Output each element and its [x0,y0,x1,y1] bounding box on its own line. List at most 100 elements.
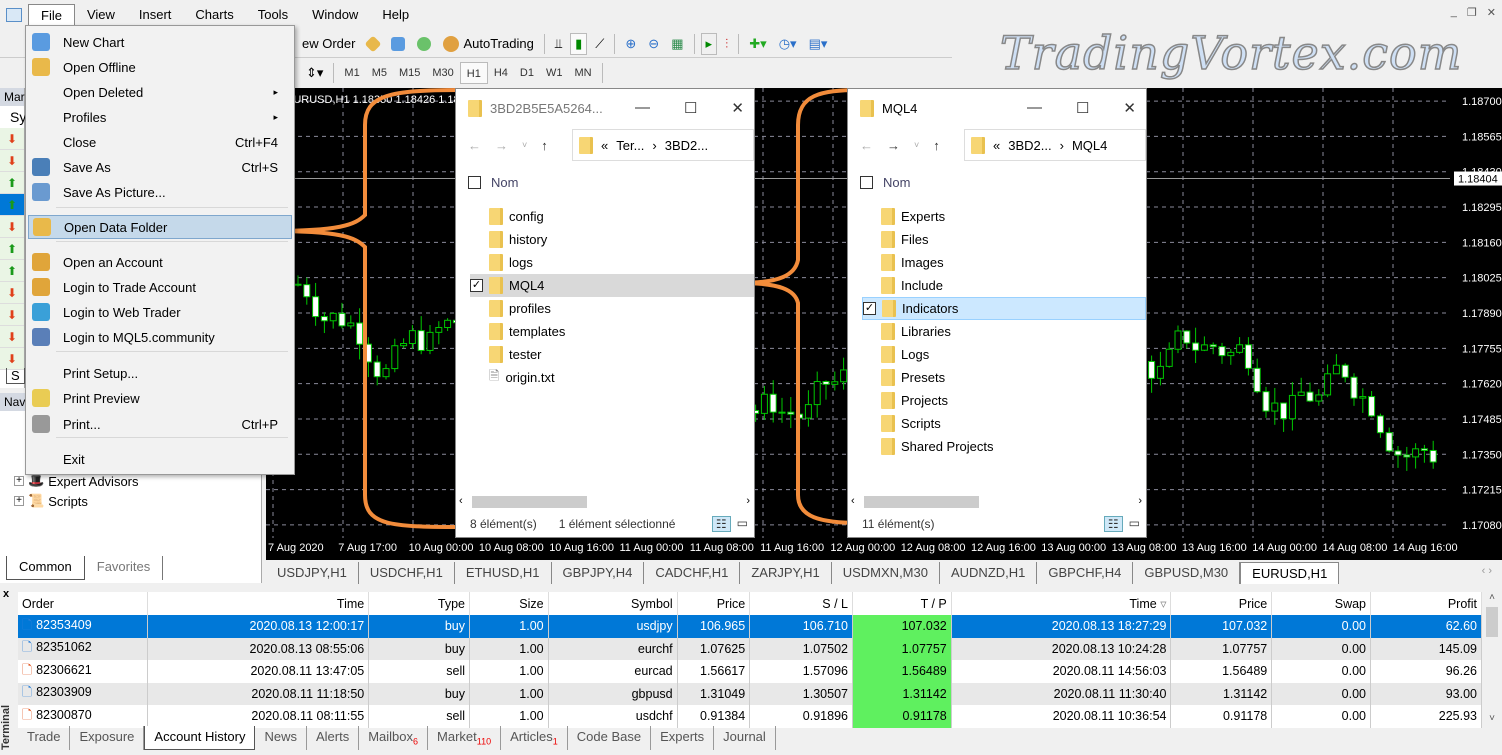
address-bar[interactable]: « Ter... › 3BD2... [572,129,754,161]
file-item[interactable]: config [470,205,754,228]
timeframe-w1[interactable]: W1 [540,62,569,84]
column-header[interactable]: Swap [1271,592,1372,615]
scroll-up-icon[interactable]: ˄ [1484,592,1500,603]
terminal-tab-exposure[interactable]: Exposure [70,726,145,750]
timeframe-m15[interactable]: M15 [393,62,426,84]
menu-help[interactable]: Help [370,4,421,26]
address-part[interactable]: 3BD2... [665,138,708,153]
details-view-icon[interactable]: ☷ [711,516,731,532]
terminal-tab-mailbox[interactable]: Mailbox6 [359,726,429,750]
market-row[interactable]: ⬇ [0,304,24,326]
templates-icon[interactable]: ▤▾ [805,33,832,55]
column-header[interactable]: Order [18,592,148,615]
chart-tab[interactable]: ZARJPY,H1 [740,562,832,584]
terminal-icon[interactable] [387,33,409,55]
signal-icon[interactable] [413,33,435,55]
autoscroll-icon[interactable]: ⫶ [721,33,732,55]
horizontal-scrollbar[interactable]: ‹ › [848,495,1146,509]
file-item[interactable]: Presets [862,366,1146,389]
forward-icon[interactable]: → [495,138,508,153]
terminal-tab-account-history[interactable]: Account History [144,726,256,750]
zoom-out-icon[interactable]: ⊖ [644,33,663,55]
menu-charts[interactable]: Charts [183,4,245,26]
column-header[interactable]: Time ▿ [951,592,1172,615]
tab-common[interactable]: Common [6,556,85,580]
file-item[interactable]: ✓ Indicators [862,297,1146,320]
nav-item-expert-advisors[interactable]: + 🎩 Expert Advisors [14,473,139,489]
market-row[interactable]: ⬇ [0,326,24,348]
details-view-icon[interactable]: ☷ [1103,516,1123,532]
periods-icon[interactable]: ◷▾ [775,33,801,55]
column-header[interactable]: Time [147,592,370,615]
chart-tab[interactable]: GBPCHF,H4 [1037,562,1134,584]
file-item[interactable]: Logs [862,343,1146,366]
market-row[interactable]: ⬇ [0,216,24,238]
line-studies-icon[interactable]: ⇕▾ [302,62,327,84]
horizontal-scrollbar[interactable]: ‹ › [456,495,754,509]
terminal-tab-articles[interactable]: Articles1 [501,726,568,750]
timeframe-m5[interactable]: M5 [366,62,393,84]
close-icon[interactable]: ✕ [1487,6,1496,19]
maximize-icon[interactable]: ☐ [684,99,697,117]
nav-item-scripts[interactable]: + 📜 Scripts [14,493,88,509]
expand-icon[interactable]: + [14,496,24,506]
table-row[interactable]: 🗋 82351062 2020.08.13 08:55:06 buy 1.00 eurch… [18,637,1482,660]
close-icon[interactable]: ✕ [731,99,744,117]
market-row[interactable]: ⬆ [0,194,24,216]
forward-icon[interactable]: → [887,138,900,153]
file-item[interactable]: profiles [470,297,754,320]
maximize-icon[interactable]: ☐ [1076,99,1089,117]
select-all-checkbox[interactable] [468,176,481,189]
close-terminal-icon[interactable]: x [3,588,9,600]
tab-scroll-arrows[interactable]: ‹ › [1472,562,1502,584]
menu-item-login-to-web-trader[interactable]: Login to Web Trader [28,300,292,324]
menu-view[interactable]: View [75,4,127,26]
table-row[interactable]: 🗋 82306621 2020.08.11 13:47:05 sell 1.00 eurc… [18,660,1482,683]
address-part[interactable]: 3BD2... [1008,138,1051,153]
column-header[interactable]: Profit [1370,592,1482,615]
menu-item-open-data-folder[interactable]: Open Data Folder [28,215,292,239]
address-part[interactable]: MQL4 [1072,138,1107,153]
column-header[interactable]: Type [368,592,471,615]
minimize-icon[interactable]: — [1027,99,1042,117]
chart-tab[interactable]: ETHUSD,H1 [455,562,552,584]
file-item[interactable]: Images [862,251,1146,274]
terminal-tab-experts[interactable]: Experts [651,726,715,750]
thumbnail-view-icon[interactable]: ▭ [737,516,748,532]
file-item[interactable]: ✓ MQL4 [470,274,754,297]
minimize-icon[interactable]: _ [1451,6,1457,19]
menu-item-profiles[interactable]: Profiles ▸ [28,105,292,129]
candlestick-icon[interactable]: ▮ [570,32,588,55]
file-item[interactable]: Libraries [862,320,1146,343]
market-row[interactable]: ⬇ [0,282,24,304]
market-row[interactable]: ⬆ [0,260,24,282]
terminal-tab-alerts[interactable]: Alerts [307,726,360,750]
name-column-header[interactable]: Nom [860,175,910,190]
timeframe-h4[interactable]: H4 [488,62,514,84]
minimize-icon[interactable]: — [635,99,650,117]
table-row[interactable]: 🗋 82300870 2020.08.11 08:11:55 sell 1.00 usdc… [18,705,1482,728]
timeframe-d1[interactable]: D1 [514,62,540,84]
market-row[interactable]: ⬆ [0,172,24,194]
file-item[interactable]: 🗎 origin.txt [470,366,754,389]
indicators-icon[interactable]: ✚▾ [745,33,770,55]
file-item[interactable]: Shared Projects [862,435,1146,458]
terminal-tab-market[interactable]: Market110 [428,726,502,750]
scroll-down-icon[interactable]: ˅ [1484,713,1500,724]
column-header[interactable]: Price [677,592,751,615]
menu-item-login-to-mql5-community[interactable]: Login to MQL5.community [28,325,292,349]
up-icon[interactable]: ↑ [933,138,940,153]
menu-item-login-to-trade-account[interactable]: Login to Trade Account [28,275,292,299]
address-bar[interactable]: « 3BD2... › MQL4 [964,129,1146,161]
file-item[interactable]: templates [470,320,754,343]
market-tab[interactable]: S [6,368,25,384]
terminal-tab-journal[interactable]: Journal [714,726,776,750]
timeframe-mn[interactable]: MN [568,62,597,84]
menu-item-save-as-picture[interactable]: Save As Picture... [28,180,292,204]
menu-item-save-as[interactable]: Save As Ctrl+S [28,155,292,179]
column-header[interactable]: Symbol [548,592,678,615]
tile-windows-icon[interactable]: ▦ [667,33,687,55]
table-row[interactable]: 🗋 82303909 2020.08.11 11:18:50 buy 1.00 gbpus… [18,682,1482,705]
close-icon[interactable]: ✕ [1123,99,1136,117]
recent-icon[interactable]: ˅ [914,140,919,150]
